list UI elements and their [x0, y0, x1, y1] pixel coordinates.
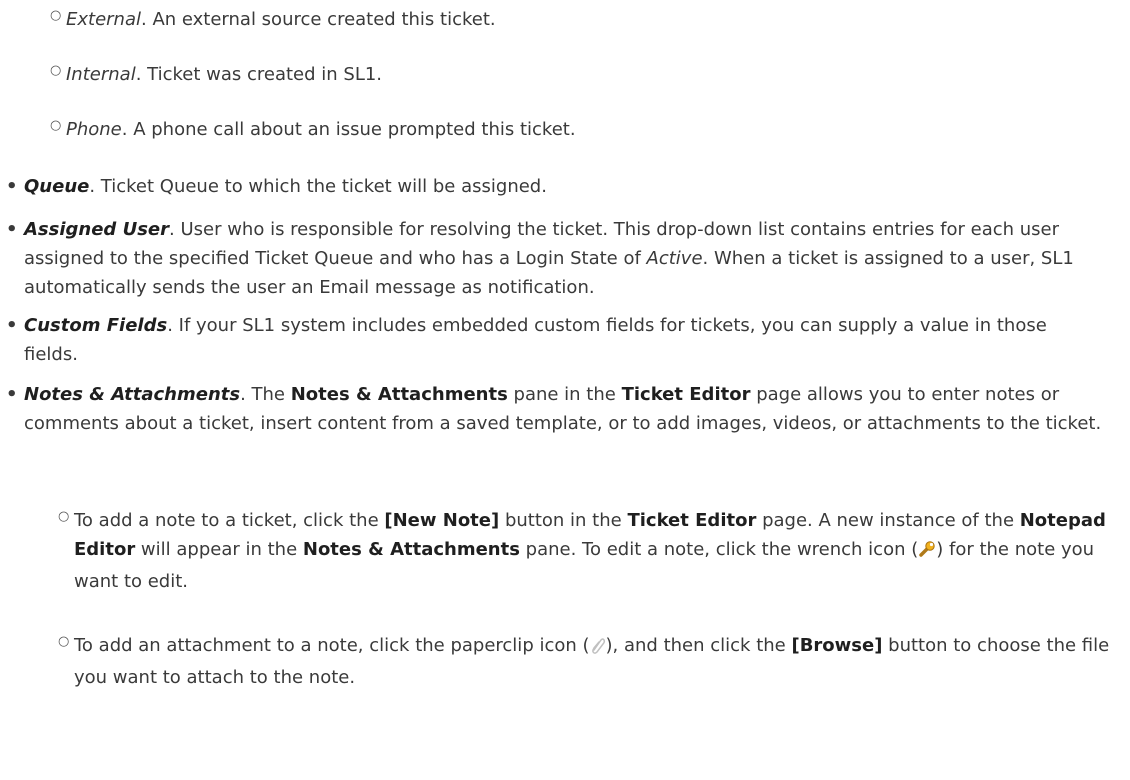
notes-pane-label: Notes & Attachments: [290, 384, 508, 405]
step2-text-a: To add an attachment to a note, click th…: [74, 635, 590, 656]
desc-phone: . A phone call about an issue prompted t…: [121, 119, 576, 140]
term-queue: Queue: [24, 176, 90, 197]
notes-text-1: . The: [240, 384, 291, 405]
new-note-button-label: [New Note]: [384, 510, 500, 531]
ticket-editor-label: Ticket Editor: [627, 510, 757, 531]
desc-custom-fields: . If your SL1 system includes embedded c…: [24, 315, 1047, 365]
sub-bullet: ○: [50, 8, 62, 23]
step2-text-b: ), and then click the: [605, 635, 792, 656]
sub-bullet: ○: [50, 63, 62, 78]
list-item-custom-fields: • Custom Fields. If your SL1 system incl…: [6, 311, 1104, 369]
bullet: •: [6, 176, 18, 197]
list-item-notes-attachments: • Notes & Attachments. The Notes & Attac…: [6, 380, 1104, 438]
term-phone: Phone: [66, 119, 122, 140]
ticket-editor-label: Ticket Editor: [621, 384, 751, 405]
term-assigned-user: Assigned User: [24, 219, 170, 240]
notes-text-2: pane in the: [507, 384, 622, 405]
list-item-internal: ○ Internal. Ticket was created in SL1.: [50, 60, 1116, 89]
paperclip-icon: [590, 634, 606, 663]
sub-bullet: ○: [58, 634, 70, 649]
notes-pane-label: Notes & Attachments: [302, 539, 520, 560]
browse-button-label: [Browse]: [791, 635, 883, 656]
bullet: •: [6, 219, 18, 240]
list-item-add-attachment: ○ To add an attachment to a note, click …: [58, 631, 1114, 692]
step1-text-a: To add a note to a ticket, click the: [74, 510, 385, 531]
term-notes-attachments: Notes & Attachments: [24, 384, 241, 405]
list-item-add-note: ○ To add a note to a ticket, click the […: [58, 506, 1114, 596]
desc-queue: . Ticket Queue to which the ticket will …: [89, 176, 547, 197]
term-external: External: [66, 9, 141, 30]
step1-text-e: pane. To edit a note, click the wrench i…: [519, 539, 919, 560]
list-item-queue: • Queue. Ticket Queue to which the ticke…: [6, 172, 1104, 201]
wrench-icon: [918, 538, 936, 567]
step1-text-d: will appear in the: [135, 539, 303, 560]
document-body: ○ External. An external source created t…: [0, 0, 1130, 780]
desc-internal: . Ticket was created in SL1.: [135, 64, 383, 85]
list-item-external: ○ External. An external source created t…: [50, 5, 1116, 34]
bullet: •: [6, 315, 18, 336]
step1-text-b: button in the: [499, 510, 628, 531]
bullet: •: [6, 384, 18, 405]
term-active: Active: [646, 248, 703, 269]
desc-external: . An external source created this ticket…: [141, 9, 496, 30]
list-item-assigned-user: • Assigned User. User who is responsible…: [6, 215, 1104, 302]
term-custom-fields: Custom Fields: [24, 315, 168, 336]
sub-bullet: ○: [50, 118, 62, 133]
step1-text-c: page. A new instance of the: [756, 510, 1020, 531]
term-internal: Internal: [66, 64, 136, 85]
sub-bullet: ○: [58, 509, 70, 524]
list-item-phone: ○ Phone. A phone call about an issue pro…: [50, 115, 1116, 144]
